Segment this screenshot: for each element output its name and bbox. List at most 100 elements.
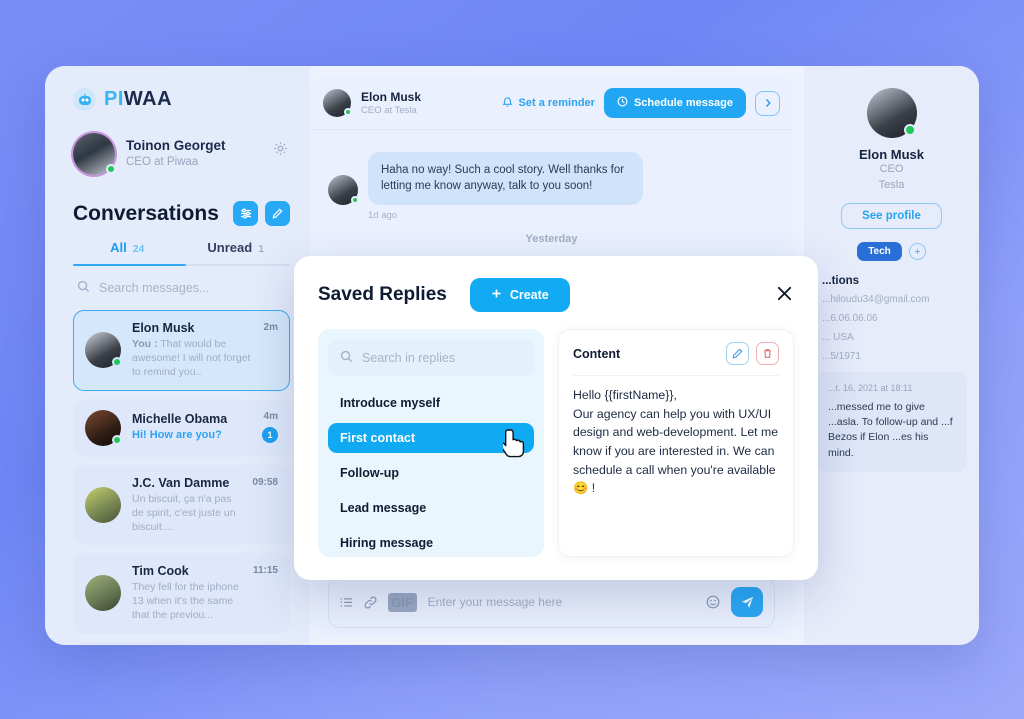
message-composer[interactable]: GIF — [328, 576, 775, 628]
current-user[interactable]: Toinon Georget CEO at Piwaa — [73, 133, 290, 175]
robot-icon — [73, 88, 96, 111]
avatar — [73, 133, 116, 175]
tab-indicator — [73, 264, 290, 266]
contact-profile-panel: Elon Musk CEO Tesla See profile Tech ...… — [804, 66, 979, 645]
reply-list-item[interactable]: Introduce myself — [328, 388, 534, 418]
clock-icon — [617, 96, 628, 110]
reply-list-item[interactable]: Hiring message — [328, 528, 534, 558]
schedule-message-button[interactable]: Schedule message — [603, 88, 746, 118]
create-reply-button[interactable]: Create — [469, 278, 570, 312]
search-icon — [340, 350, 353, 366]
message-bubble: Haha no way! Such a cool story. Well tha… — [368, 152, 643, 205]
conversations-actions — [233, 201, 290, 226]
message-row: Haha no way! Such a cool story. Well tha… — [328, 152, 775, 205]
list-item-preview: Hi! How are you? — [132, 428, 251, 443]
gear-icon[interactable] — [273, 141, 288, 160]
avatar — [328, 174, 359, 205]
tab-unread[interactable]: Unread 1 — [182, 240, 291, 255]
list-item-time: 09:58 — [252, 476, 278, 488]
left-sidebar: PIWAA Toinon Georget CEO at Piwaa Conver… — [45, 66, 310, 645]
content-header: Content — [573, 342, 779, 365]
list-item-preview: You : That would be awesome! I will not … — [132, 337, 253, 380]
chat-contact-name: Elon Musk — [361, 90, 422, 104]
saved-replies-modal: Saved Replies Create Introduce myself Fir… — [294, 256, 818, 580]
chat-header: Elon Musk CEO at Tesla Set a reminder Sc… — [310, 77, 793, 130]
list-item-body: Elon Musk You : That would be awesome! I … — [132, 321, 253, 380]
list-item-name: Michelle Obama — [132, 412, 228, 427]
chat-header-actions: Set a reminder Schedule message — [502, 88, 780, 118]
reply-list-item[interactable]: Lead message — [328, 493, 534, 523]
status-badge[interactable]: Tech — [857, 241, 902, 261]
replies-list: Introduce myself First contact Follow-up Le… — [328, 388, 534, 558]
modal-title: Saved Replies — [318, 284, 447, 305]
search-input[interactable] — [99, 281, 288, 295]
note-card[interactable]: ...t. 16, 2021 at 18:11 ...messed me to … — [816, 371, 967, 472]
day-separator: Yesterday — [525, 232, 578, 245]
list-item[interactable]: Pauline BeautéWhat do you think of the l… — [73, 641, 290, 645]
conversations-header: Conversations — [73, 201, 290, 226]
content-label: Content — [573, 346, 621, 361]
set-reminder-label: Set a reminder — [518, 97, 595, 109]
tab-all[interactable]: All 24 — [73, 240, 182, 255]
pencil-icon[interactable] — [726, 342, 749, 365]
bell-icon — [502, 96, 513, 111]
preview-prefix: You : — [132, 338, 158, 350]
unread-badge: 1 — [262, 426, 278, 443]
tab-all-label: All — [110, 240, 127, 255]
list-item-meta: 11:15 — [253, 564, 278, 576]
sidebar-search[interactable] — [73, 280, 290, 310]
composer-wrap: GIF — [310, 576, 793, 634]
message-input[interactable] — [427, 595, 695, 609]
link-icon[interactable] — [364, 596, 377, 609]
contact-location: ... USA — [822, 331, 854, 343]
tab-unread-label: Unread — [207, 240, 253, 255]
avatar — [85, 332, 122, 369]
plus-icon — [491, 288, 502, 302]
close-icon[interactable] — [775, 284, 794, 307]
list-item-name: J.C. Van Damme — [132, 475, 230, 490]
list-item[interactable]: Tim Cook They fell for the iphone 13 when… — [73, 553, 290, 634]
brand-name-dark: WAA — [123, 88, 173, 110]
preview-text: They fell for the iphone 13 when it's th… — [132, 581, 239, 622]
list-item-time: 4m — [263, 410, 278, 422]
list-item[interactable]: Michelle Obama Hi! How are you? 4m 1 — [73, 398, 290, 457]
contact-email: ...hiloudu34@gmail.com — [822, 293, 930, 305]
contact-phone: ...6.06.06.06 — [822, 312, 878, 324]
avatar — [85, 486, 121, 523]
list-item-meta: 09:58 — [252, 476, 278, 488]
list-item-body: Tim Cook They fell for the iphone 13 when… — [132, 564, 242, 623]
reply-list-item[interactable]: First contact — [328, 423, 534, 453]
chevron-right-icon[interactable] — [755, 90, 780, 116]
divider — [573, 375, 779, 376]
list-item-name: Elon Musk — [132, 321, 195, 335]
reply-list-item[interactable]: Follow-up — [328, 458, 534, 488]
online-dot — [903, 124, 916, 136]
page-title: Conversations — [73, 201, 219, 225]
replies-search-input[interactable] — [362, 351, 523, 365]
bullet-list-icon[interactable] — [340, 597, 353, 608]
trash-icon[interactable] — [756, 342, 779, 365]
emoji-icon[interactable] — [706, 595, 720, 609]
conversation-list: Elon Musk You : That would be awesome! I … — [73, 310, 290, 645]
replies-pane: Introduce myself First contact Follow-up Le… — [318, 329, 544, 557]
note-date: ...t. 16, 2021 at 18:11 — [828, 382, 913, 393]
replies-search[interactable] — [328, 340, 534, 376]
brand-logo: PIWAA — [73, 88, 290, 111]
profile-company: Tesla — [878, 178, 905, 191]
filter-icon[interactable] — [233, 201, 258, 226]
gif-icon[interactable]: GIF — [388, 592, 417, 612]
list-item[interactable]: J.C. Van Damme Un biscuit, ça n'a pas de … — [73, 464, 290, 546]
see-profile-button[interactable]: See profile — [841, 202, 942, 229]
schedule-message-label: Schedule message — [633, 97, 733, 109]
send-icon[interactable] — [731, 587, 763, 617]
set-reminder-button[interactable]: Set a reminder — [502, 96, 595, 111]
add-tag-icon[interactable] — [908, 242, 926, 260]
list-item[interactable]: Elon Musk You : That would be awesome! I … — [73, 310, 290, 391]
conversation-tabs: All 24 Unread 1 — [73, 240, 290, 264]
list-item-time: 2m — [263, 322, 278, 333]
content-actions — [726, 342, 779, 365]
search-icon — [77, 280, 90, 296]
online-dot — [106, 164, 116, 174]
compose-icon[interactable] — [265, 201, 290, 226]
avatar — [323, 89, 352, 117]
